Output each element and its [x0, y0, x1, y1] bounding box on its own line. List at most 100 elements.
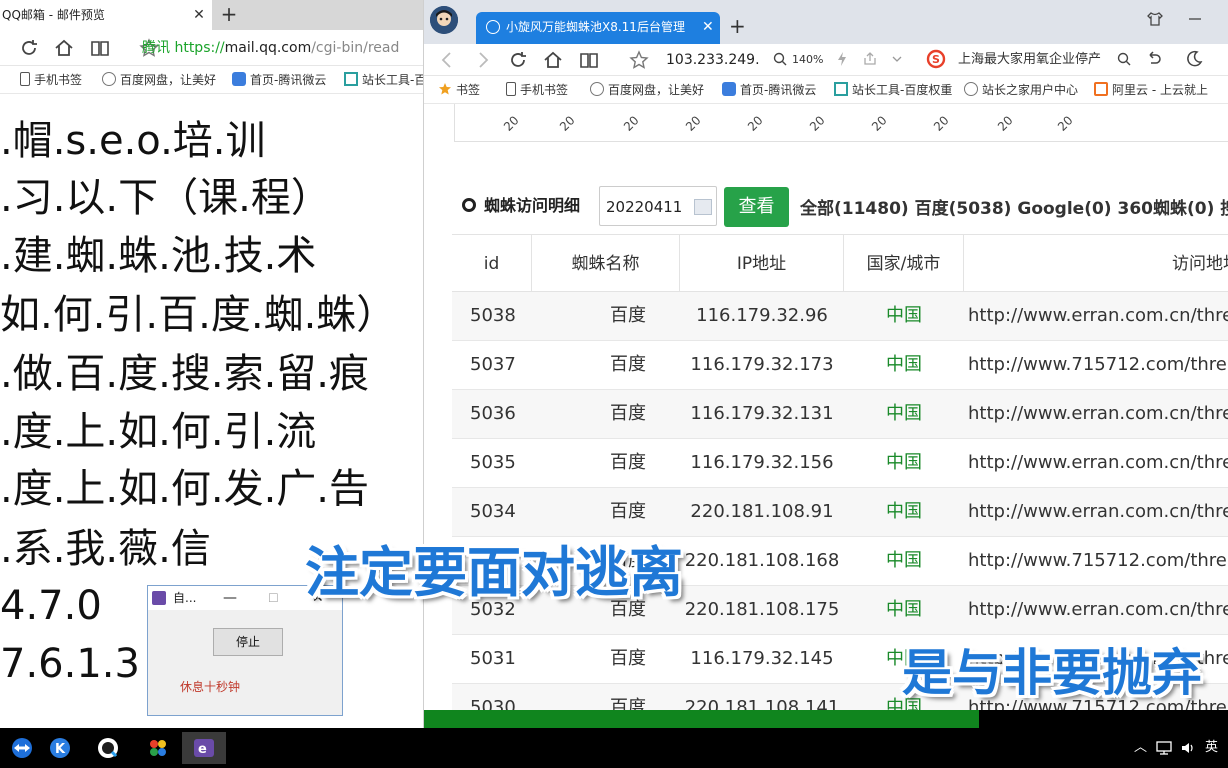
taskbar-app-auto-tool[interactable]: e — [182, 732, 226, 764]
taskbar-app-browser[interactable] — [86, 732, 130, 764]
cell-country: 中国 — [886, 403, 922, 424]
address-scheme: https:// — [174, 40, 225, 56]
minimize-button[interactable]: — — [223, 586, 237, 610]
course-line: .帽.s.e.o.培.训 — [0, 118, 266, 164]
cell-id: 5031 — [470, 648, 516, 669]
search-engine-icon[interactable]: S — [926, 49, 946, 69]
spider-count-summary: 全部(11480) 百度(5038) Google(0) 360蜘蛛(0) 搜 — [800, 199, 1228, 219]
left-tab-qqmail[interactable]: QQ邮箱 - 邮件预览 ✕ — [0, 0, 212, 30]
left-address-bar[interactable]: 腾讯 https://mail.qq.com/cgi-bin/read — [142, 36, 423, 60]
reader-icon[interactable] — [578, 49, 600, 71]
shirt-icon[interactable] — [1146, 10, 1164, 28]
bookmark-item[interactable]: 站长工具-百 — [344, 71, 423, 89]
table-row: 5038 百度 116.179.32.96 中国 http://www.erra… — [452, 292, 1228, 341]
app-icon — [152, 591, 166, 605]
bookmark-item[interactable]: 站长之家用户中心 — [964, 81, 1084, 99]
refresh-icon[interactable] — [18, 37, 40, 59]
right-address-bar[interactable]: 103.233.249.2 — [666, 48, 760, 72]
cell-ip: 116.179.32.131 — [690, 403, 834, 424]
dialog-title: 自... — [173, 591, 197, 605]
ime-indicator[interactable]: 英 — [1205, 728, 1218, 768]
bookmark-item[interactable]: 百度网盘，让美好 — [590, 81, 708, 99]
back-icon[interactable] — [436, 49, 458, 71]
phone-icon — [20, 72, 30, 86]
volume-icon[interactable] — [1180, 740, 1196, 756]
undo-icon[interactable] — [1144, 49, 1164, 69]
cell-ip: 116.179.32.156 — [690, 452, 834, 473]
chart-tick-label: 20 — [683, 113, 704, 134]
subtitle-line-2: 是与非要抛弃 — [902, 644, 1202, 702]
course-line: .系.我.薇.信 — [0, 526, 211, 572]
zoom-icon[interactable] — [772, 51, 788, 67]
forward-icon[interactable] — [472, 49, 494, 71]
stop-button[interactable]: 停止 — [213, 628, 283, 656]
cell-id: 5038 — [470, 305, 516, 326]
bookmark-item[interactable]: 首页-腾讯微云 — [232, 71, 336, 89]
zoom-level[interactable]: 140% — [792, 48, 823, 72]
share-icon[interactable] — [862, 51, 878, 67]
date-field[interactable]: 20220411 — [599, 186, 717, 226]
cell-url[interactable]: http://www.715712.com/threa — [968, 341, 1228, 389]
taskbar-app-colorful[interactable] — [136, 732, 180, 764]
right-tab-bar: 小旋风万能蜘蛛池X8.11后台管理 ✕ + — [424, 0, 1228, 44]
globe-icon — [964, 82, 978, 96]
tray-overflow-icon[interactable]: ︿ — [1134, 728, 1147, 768]
cell-country: 中国 — [886, 599, 922, 620]
cell-spider-name: 百度 — [610, 305, 646, 326]
bookmark-item[interactable]: 手机书签 — [20, 71, 100, 89]
tools-icon — [344, 72, 358, 86]
new-tab-button[interactable]: + — [729, 14, 746, 38]
moon-icon[interactable] — [1184, 49, 1204, 69]
cell-url[interactable]: http://www.erran.com.cn/threa — [968, 292, 1228, 340]
minimize-icon[interactable] — [1186, 10, 1204, 28]
globe-icon — [102, 72, 116, 86]
svg-text:K: K — [55, 742, 66, 757]
cell-spider-name: 百度 — [610, 403, 646, 424]
course-line: 如.何.引.百.度.蜘.蛛） — [0, 292, 397, 338]
new-tab-button[interactable]: + — [218, 3, 240, 25]
cell-url[interactable]: http://www.erran.com.cn/threa — [968, 439, 1228, 487]
cell-country: 中国 — [886, 550, 922, 571]
lightning-icon[interactable] — [834, 51, 850, 67]
maximize-button[interactable]: ☐ — [268, 586, 279, 610]
cell-url[interactable]: http://www.erran.com.cn/threa — [968, 390, 1228, 438]
close-icon[interactable]: ✕ — [702, 12, 714, 42]
home-icon[interactable] — [542, 49, 564, 71]
refresh-icon[interactable] — [507, 49, 529, 71]
bookmark-item[interactable]: 百度网盘，让美好 — [102, 71, 220, 89]
right-toolbar: 103.233.249.2 140% S 上海最大家用氧企业停产 — [424, 44, 1228, 76]
search-suggestion[interactable]: 上海最大家用氧企业停产 — [958, 48, 1108, 72]
bookmark-label: 首页-腾讯微云 — [250, 73, 327, 87]
cell-url[interactable]: http://www.erran.com.cn/threa — [968, 586, 1228, 634]
bookmark-item[interactable]: 首页-腾讯微云 — [722, 81, 832, 99]
k-app-icon: K — [50, 738, 70, 758]
taskbar-app-k[interactable]: K — [38, 732, 82, 764]
cell-country: 中国 — [886, 305, 922, 326]
bookmark-item[interactable]: 站长工具-百度权重 — [834, 81, 954, 99]
bookmark-item[interactable]: 阿里云 - 上云就上 — [1094, 81, 1228, 99]
bookmark-item[interactable]: 手机书签 — [506, 81, 586, 99]
home-icon[interactable] — [53, 37, 75, 59]
star-icon[interactable] — [628, 49, 650, 71]
column-header-country: 国家/城市 — [844, 235, 964, 293]
cell-url[interactable]: http://www.erran.com.cn/threa — [968, 488, 1228, 536]
bookmark-item[interactable]: 书签 — [438, 81, 498, 99]
avatar[interactable] — [430, 6, 458, 34]
query-button[interactable]: 查看 — [724, 187, 789, 227]
reader-icon[interactable] — [89, 37, 111, 59]
column-header-spider-name: 蜘蛛名称 — [532, 235, 680, 293]
close-icon[interactable]: ✕ — [190, 6, 208, 24]
chevron-down-icon[interactable] — [890, 51, 904, 67]
network-icon[interactable] — [1156, 740, 1172, 756]
video-progress-fill — [424, 710, 979, 728]
tools-icon — [834, 82, 848, 96]
address-host: mail.qq.com — [224, 40, 312, 56]
search-icon[interactable] — [1116, 51, 1132, 67]
weiyun-icon — [232, 72, 246, 86]
tab-spider-admin[interactable]: 小旋风万能蜘蛛池X8.11后台管理 ✕ — [476, 12, 720, 44]
table-row: 5034 百度 220.181.108.91 中国 http://www.err… — [452, 488, 1228, 537]
course-line: .度.上.如.何.发.广.告 — [0, 466, 370, 512]
video-progress-bar[interactable] — [424, 710, 1228, 728]
cell-url[interactable]: http://www.715712.com/threa — [968, 537, 1228, 585]
calendar-icon[interactable] — [694, 199, 712, 215]
